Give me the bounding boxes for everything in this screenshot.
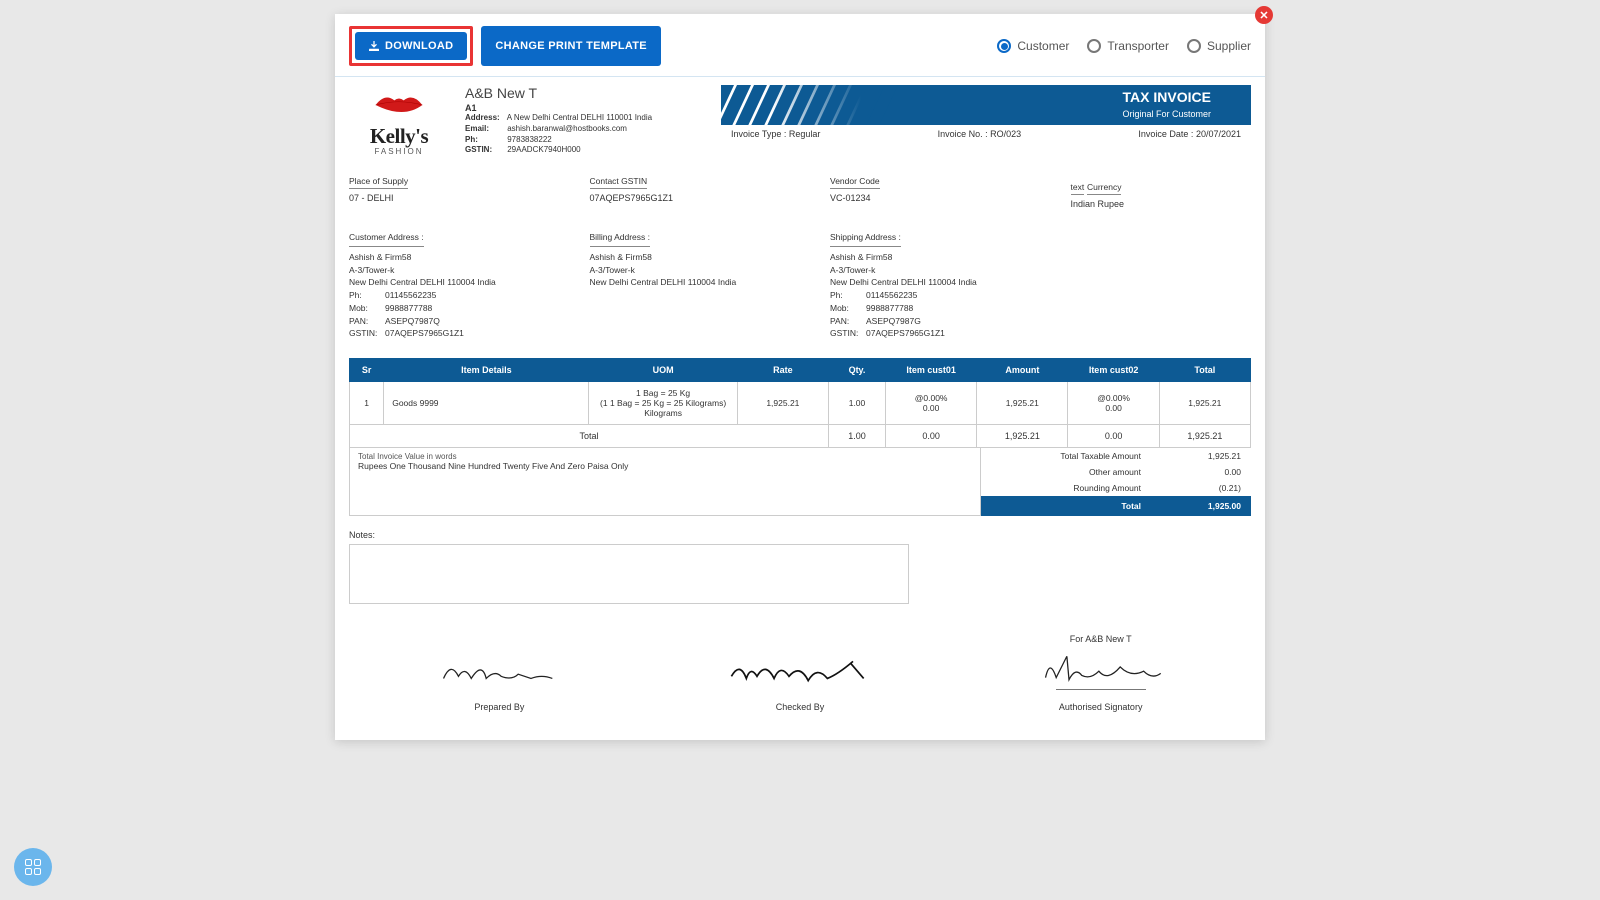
lips-icon xyxy=(370,91,428,119)
vendor-code-label: Vendor Code xyxy=(830,176,880,189)
change-template-button[interactable]: CHANGE PRINT TEMPLATE xyxy=(481,26,661,66)
th-cust01: Item cust01 xyxy=(886,359,977,382)
table-total-row: Total 1.00 0.00 1,925.21 0.00 1,925.21 xyxy=(350,425,1251,448)
toolbar: DOWNLOAD CHANGE PRINT TEMPLATE Customer … xyxy=(335,14,1265,77)
company-info: A&B New T A1 Address: A New Delhi Centra… xyxy=(465,85,705,156)
th-amount: Amount xyxy=(977,359,1068,382)
th-cust02: Item cust02 xyxy=(1068,359,1159,382)
table-row: 1 Goods 9999 1 Bag = 25 Kg(1 1 Bag = 25 … xyxy=(350,382,1251,425)
radio-icon xyxy=(1187,39,1201,53)
signature-authorised xyxy=(1037,652,1165,684)
items-table: Sr Item Details UOM Rate Qty. Item cust0… xyxy=(349,358,1251,448)
totals-summary: Total Taxable Amount1,925.21 Other amoun… xyxy=(981,448,1251,516)
th-item: Item Details xyxy=(384,359,589,382)
radio-customer[interactable]: Customer xyxy=(997,39,1069,53)
download-label: DOWNLOAD xyxy=(385,40,453,52)
logo-name: Kelly's xyxy=(349,124,449,149)
text-label: text xyxy=(1071,182,1085,195)
company-code: A1 xyxy=(465,103,705,113)
rounding-amount: (0.21) xyxy=(1181,483,1241,493)
th-uom: UOM xyxy=(589,359,737,382)
radio-label: Transporter xyxy=(1107,39,1169,53)
invoice-no: RO/023 xyxy=(990,129,1021,139)
notes-input[interactable] xyxy=(349,544,909,604)
signature-prepared xyxy=(435,655,563,687)
logo: Kelly's FASHION xyxy=(349,85,449,156)
download-highlight: DOWNLOAD xyxy=(349,26,473,66)
total-taxable: 1,925.21 xyxy=(1181,451,1241,461)
prepared-by-block: Prepared By xyxy=(349,641,650,712)
checked-by-block: Checked By xyxy=(650,641,951,712)
close-button[interactable]: ✕ xyxy=(1255,6,1273,24)
logo-sub: FASHION xyxy=(349,147,449,156)
download-icon xyxy=(369,41,379,51)
th-sr: Sr xyxy=(350,359,384,382)
place-of-supply: 07 - DELHI xyxy=(349,193,530,203)
tax-invoice-subtitle: Original For Customer xyxy=(1122,109,1211,119)
radio-supplier[interactable]: Supplier xyxy=(1187,39,1251,53)
radio-transporter[interactable]: Transporter xyxy=(1087,39,1169,53)
th-qty: Qty. xyxy=(828,359,885,382)
customer-address: Customer Address : Ashish & Firm58 A-3/T… xyxy=(349,231,530,340)
currency: Indian Rupee xyxy=(1071,199,1252,209)
place-of-supply-label: Place of Supply xyxy=(349,176,408,189)
grand-total: 1,925.00 xyxy=(1181,501,1241,511)
radio-label: Supplier xyxy=(1207,39,1251,53)
signature-checked xyxy=(725,655,874,687)
grid-icon xyxy=(25,859,41,875)
contact-gstin: 07AQEPS7965G1Z1 xyxy=(590,193,771,203)
shipping-address: Shipping Address : Ashish & Firm58 A-3/T… xyxy=(830,231,1011,340)
radio-icon xyxy=(997,39,1011,53)
contact-gstin-label: Contact GSTIN xyxy=(590,176,648,189)
currency-label: Currency xyxy=(1087,182,1121,195)
tax-invoice-title: TAX INVOICE xyxy=(1123,89,1211,105)
tax-invoice-banner: TAX INVOICE Original For Customer Invoic… xyxy=(721,85,1251,139)
th-total: Total xyxy=(1159,359,1250,382)
authorised-signatory-block: For A&B New T Authorised Signatory xyxy=(950,634,1251,712)
other-amount: 0.00 xyxy=(1181,467,1241,477)
amount-in-words: Total Invoice Value in words Rupees One … xyxy=(349,448,981,516)
invoice-type: Regular xyxy=(789,129,821,139)
billing-address: Billing Address : Ashish & Firm58 A-3/To… xyxy=(590,231,771,340)
th-rate: Rate xyxy=(737,359,828,382)
vendor-code: VC-01234 xyxy=(830,193,1011,203)
apps-fab-button[interactable] xyxy=(14,848,52,886)
radio-label: Customer xyxy=(1017,39,1069,53)
download-button[interactable]: DOWNLOAD xyxy=(355,32,467,60)
radio-icon xyxy=(1087,39,1101,53)
invoice-date: 20/07/2021 xyxy=(1196,129,1241,139)
notes-label: Notes: xyxy=(349,530,1251,540)
for-company: For A&B New T xyxy=(950,634,1251,644)
company-title: A&B New T xyxy=(465,85,705,101)
